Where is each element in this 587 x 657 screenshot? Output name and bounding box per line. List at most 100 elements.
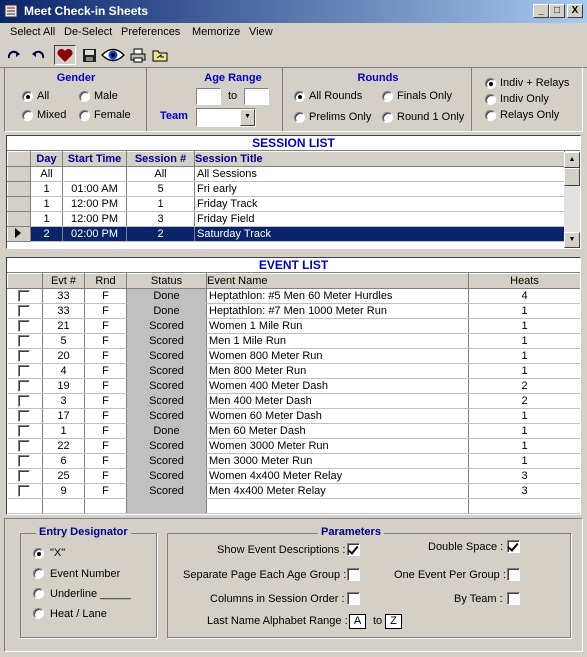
event-status: Done bbox=[126, 288, 207, 304]
col-day[interactable]: Day bbox=[30, 151, 63, 167]
scroll-up-icon[interactable]: ▲ bbox=[564, 152, 580, 168]
event-rows: 33 F Done Heptathlon: #5 Men 60 Meter Hurdl… bbox=[7, 288, 580, 514]
event-select-checkbox[interactable] bbox=[17, 440, 30, 452]
double-space-checkbox[interactable] bbox=[507, 540, 520, 553]
event-row[interactable]: 20 F Scored Women 800 Meter Run 1 bbox=[7, 348, 580, 364]
designator-event-number-radio[interactable] bbox=[33, 568, 44, 579]
col-session-num[interactable]: Session # bbox=[126, 151, 195, 167]
age-from-input[interactable] bbox=[196, 88, 221, 105]
row-header[interactable] bbox=[7, 166, 31, 182]
prelims-only-radio[interactable] bbox=[294, 112, 305, 123]
event-status: Scored bbox=[126, 378, 207, 394]
finals-only-radio[interactable] bbox=[382, 91, 393, 102]
event-select-checkbox[interactable] bbox=[17, 485, 30, 497]
round1-only-radio[interactable] bbox=[382, 112, 393, 123]
event-row[interactable]: 17 F Scored Women 60 Meter Dash 1 bbox=[7, 408, 580, 424]
menu-select-all[interactable]: Select All bbox=[10, 26, 55, 38]
row-header[interactable] bbox=[7, 211, 31, 227]
event-select-checkbox[interactable] bbox=[17, 380, 30, 392]
gender-mixed-radio[interactable] bbox=[22, 110, 33, 121]
scroll-down-icon[interactable]: ▼ bbox=[564, 232, 580, 248]
close-button[interactable]: X bbox=[567, 4, 583, 18]
undo-icon[interactable] bbox=[28, 45, 48, 65]
redo-icon[interactable] bbox=[4, 45, 24, 65]
event-row[interactable]: 6 F Scored Men 3000 Meter Run 1 bbox=[7, 453, 580, 469]
col-heats[interactable]: Heats bbox=[468, 273, 580, 289]
designator-x-radio[interactable] bbox=[33, 548, 44, 559]
menu-view[interactable]: View bbox=[249, 26, 273, 38]
event-row[interactable]: 5 F Scored Men 1 Mile Run 1 bbox=[7, 333, 580, 349]
session-row[interactable]: All All All Sessions bbox=[7, 166, 565, 182]
export-folder-icon[interactable] bbox=[150, 45, 170, 65]
event-row[interactable]: 33 F Done Heptathlon: #7 Men 1000 Meter Run… bbox=[7, 303, 580, 319]
gender-male-radio[interactable] bbox=[79, 91, 90, 102]
col-status[interactable]: Status bbox=[126, 273, 207, 289]
event-row[interactable]: 9 F Scored Men 4x400 Meter Relay 3 bbox=[7, 483, 580, 499]
event-select-checkbox[interactable] bbox=[17, 365, 30, 377]
all-rounds-radio[interactable] bbox=[294, 91, 305, 102]
alpha-from-input[interactable]: A bbox=[349, 614, 366, 629]
designator-underline-radio[interactable] bbox=[33, 588, 44, 599]
heart-icon[interactable] bbox=[54, 45, 76, 65]
event-row[interactable]: 25 F Scored Women 4x400 Meter Relay 3 bbox=[7, 468, 580, 484]
alpha-to-input[interactable]: Z bbox=[385, 614, 402, 629]
col-rnd[interactable]: Rnd bbox=[84, 273, 127, 289]
event-select-checkbox[interactable] bbox=[17, 425, 30, 437]
menu-memorize[interactable]: Memorize bbox=[192, 26, 240, 38]
event-row[interactable]: 3 F Scored Men 400 Meter Dash 2 bbox=[7, 393, 580, 409]
show-event-desc-checkbox[interactable] bbox=[347, 543, 360, 556]
age-to-input[interactable] bbox=[244, 88, 269, 105]
menu-preferences[interactable]: Preferences bbox=[121, 26, 180, 38]
menu-de-select[interactable]: De-Select bbox=[64, 26, 112, 38]
event-row[interactable]: 22 F Scored Women 3000 Meter Run 1 bbox=[7, 438, 580, 454]
event-select-checkbox[interactable] bbox=[17, 455, 30, 467]
columns-session-order-checkbox[interactable] bbox=[347, 592, 360, 605]
preview-eye-icon[interactable] bbox=[100, 45, 126, 65]
event-select-checkbox[interactable] bbox=[17, 470, 30, 482]
indiv-only-radio[interactable] bbox=[485, 94, 496, 105]
team-select[interactable]: ▼ bbox=[196, 108, 256, 127]
session-scrollbar[interactable]: ▲ ▼ bbox=[564, 152, 580, 248]
session-row[interactable]: 2 02:00 PM 2 Saturday Track bbox=[7, 226, 565, 242]
session-row[interactable]: 1 12:00 PM 3 Friday Field bbox=[7, 211, 565, 227]
print-icon[interactable] bbox=[128, 45, 148, 65]
row-header[interactable] bbox=[7, 181, 31, 197]
scroll-thumb[interactable] bbox=[564, 168, 580, 186]
session-row[interactable]: 1 12:00 PM 1 Friday Track bbox=[7, 196, 565, 212]
relays-only-radio[interactable] bbox=[485, 110, 496, 121]
title-bar: Meet Check-in Sheets _ □ X bbox=[0, 0, 587, 23]
gender-female-radio[interactable] bbox=[79, 110, 90, 121]
event-status: Scored bbox=[126, 333, 207, 349]
event-select-checkbox[interactable] bbox=[17, 350, 30, 362]
event-select-checkbox[interactable] bbox=[17, 290, 30, 302]
minimize-button[interactable]: _ bbox=[533, 4, 549, 18]
event-select-checkbox[interactable] bbox=[17, 305, 30, 317]
event-row[interactable]: 33 F Done Heptathlon: #5 Men 60 Meter Hurdl… bbox=[7, 288, 580, 304]
session-day: 2 bbox=[30, 226, 63, 242]
event-select-checkbox[interactable] bbox=[17, 395, 30, 407]
row-pointer-icon[interactable] bbox=[7, 226, 31, 242]
event-select-checkbox[interactable] bbox=[17, 410, 30, 422]
save-icon[interactable] bbox=[79, 45, 99, 65]
session-row[interactable]: 1 01:00 AM 5 Fri early bbox=[7, 181, 565, 197]
col-session-title[interactable]: Session Title bbox=[194, 151, 565, 167]
gender-all-radio[interactable] bbox=[22, 91, 33, 102]
event-select-checkbox[interactable] bbox=[17, 320, 30, 332]
chevron-down-icon[interactable]: ▼ bbox=[240, 109, 255, 126]
event-row[interactable]: 1 F Done Men 60 Meter Dash 1 bbox=[7, 423, 580, 439]
event-row[interactable]: 19 F Scored Women 400 Meter Dash 2 bbox=[7, 378, 580, 394]
separate-page-checkbox[interactable] bbox=[347, 568, 360, 581]
by-team-checkbox[interactable] bbox=[507, 592, 520, 605]
one-event-per-group-checkbox[interactable] bbox=[507, 568, 520, 581]
event-row[interactable]: 4 F Scored Men 800 Meter Run 1 bbox=[7, 363, 580, 379]
col-start-time[interactable]: Start Time bbox=[62, 151, 127, 167]
indiv-relays-radio[interactable] bbox=[485, 78, 496, 89]
col-event-name[interactable]: Event Name bbox=[206, 273, 469, 289]
event-select-checkbox[interactable] bbox=[17, 335, 30, 347]
event-row[interactable]: 21 F Scored Women 1 Mile Run 1 bbox=[7, 318, 580, 334]
maximize-button[interactable]: □ bbox=[549, 4, 565, 18]
row-header[interactable] bbox=[7, 196, 31, 212]
event-heats: 1 bbox=[468, 333, 580, 349]
col-evt-num[interactable]: Evt # bbox=[42, 273, 85, 289]
designator-heat-lane-radio[interactable] bbox=[33, 608, 44, 619]
